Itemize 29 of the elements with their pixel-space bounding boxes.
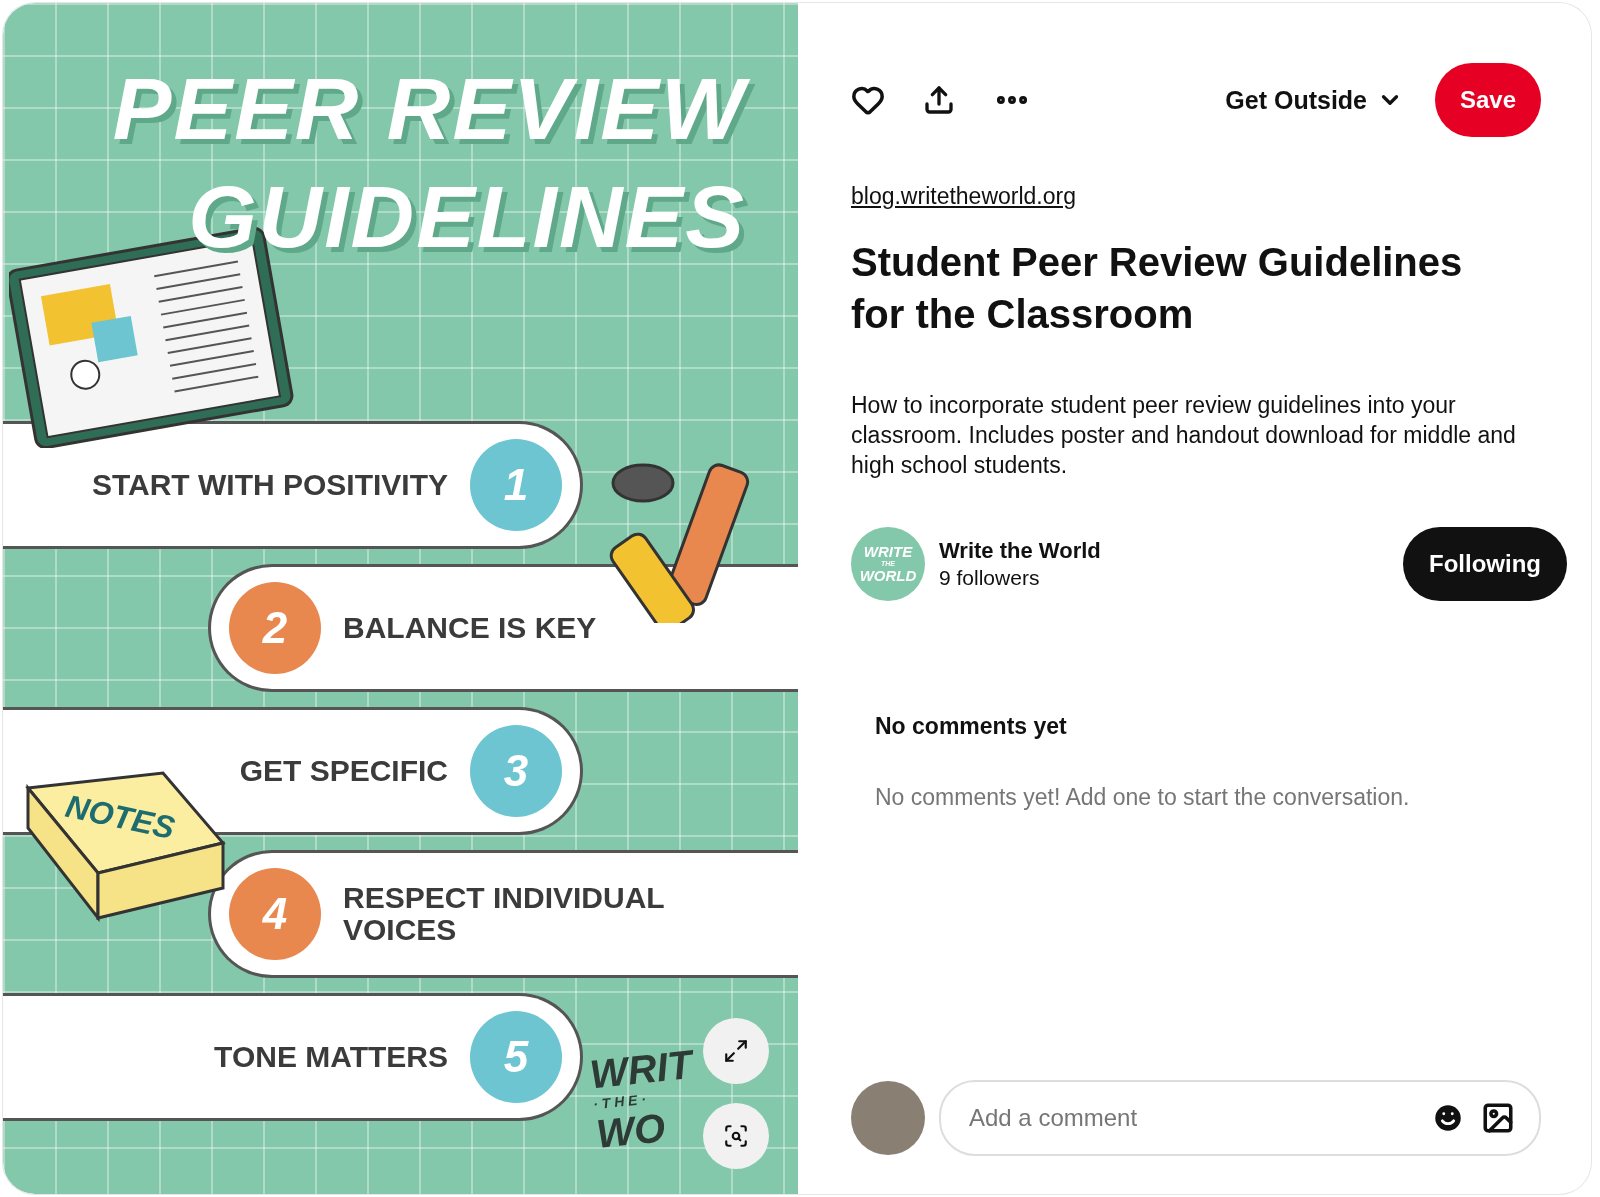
share-icon[interactable] bbox=[923, 84, 955, 116]
board-dropdown[interactable]: Get Outside bbox=[1225, 85, 1403, 115]
number-circle: 3 bbox=[470, 725, 562, 817]
infographic-title: GUIDELINES bbox=[187, 166, 747, 268]
comments-heading: No comments yet bbox=[875, 713, 1068, 740]
author-name[interactable]: Write the World bbox=[939, 538, 1101, 564]
source-link[interactable]: blog.writetheworld.org bbox=[851, 183, 1076, 210]
step-label: TONE MATTERS bbox=[214, 1041, 448, 1073]
comment-field[interactable]: Add a comment bbox=[939, 1080, 1541, 1156]
step-label: RESPECT INDIVIDUAL VOICES bbox=[343, 882, 666, 946]
number-circle: 4 bbox=[229, 868, 321, 960]
follow-button[interactable]: Following bbox=[1403, 527, 1567, 601]
number-circle: 1 bbox=[470, 439, 562, 531]
image-icon[interactable] bbox=[1481, 1101, 1515, 1135]
step-label: GET SPECIFIC bbox=[239, 755, 448, 787]
number-circle: 5 bbox=[470, 1011, 562, 1103]
step-label: BALANCE IS KEY bbox=[343, 612, 597, 644]
empty-comments-text: No comments yet! Add one to start the conversation. bbox=[875, 784, 1411, 811]
expand-icon bbox=[723, 1038, 749, 1064]
number-circle: 2 bbox=[229, 582, 321, 674]
infographic-title: PEER REVIEW bbox=[106, 55, 760, 163]
save-button[interactable]: Save bbox=[1435, 63, 1541, 137]
follower-count: 9 followers bbox=[939, 566, 1041, 590]
pin-description: How to incorporate student peer review guidelines into your classroom. Includes poster and handout download for middle and high school students. bbox=[851, 391, 1517, 480]
step-label: START WITH POSITIVITY bbox=[91, 469, 448, 501]
notepad-label: NOTES bbox=[62, 787, 178, 848]
lens-icon bbox=[723, 1123, 749, 1149]
comment-input[interactable]: Add a comment bbox=[967, 1103, 1415, 1133]
pin-title: Student Peer Review Guidelines for the Classroom bbox=[851, 239, 1464, 338]
